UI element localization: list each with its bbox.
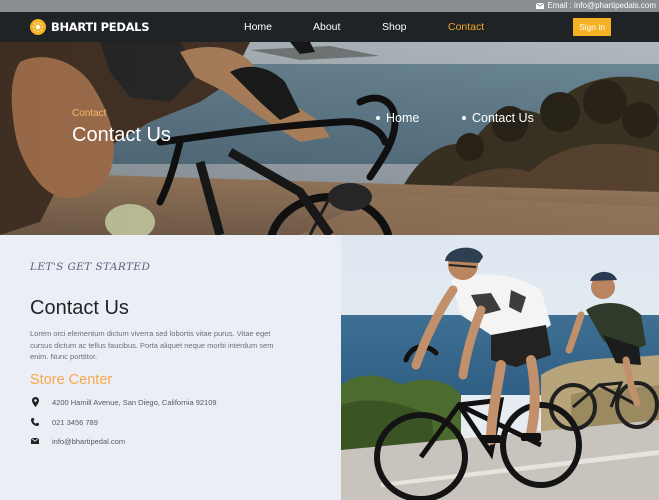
breadcrumb-bullet-icon	[376, 116, 380, 120]
section-description: Lorem orci elementum dictum viverra sed …	[30, 329, 274, 361]
store-center-heading: Store Center	[30, 372, 113, 388]
phone-row[interactable]: 021 3456 789	[30, 417, 98, 427]
breadcrumb-current: Contact Us	[462, 111, 534, 125]
map-marker-icon	[30, 397, 40, 407]
hero-banner: Contact Contact Us Home Contact Us	[0, 42, 659, 235]
envelope-icon	[536, 3, 545, 9]
section-title: Contact Us	[30, 297, 129, 319]
breadcrumb-home-label: Home	[386, 111, 420, 125]
nav-link-about[interactable]: About	[313, 21, 340, 33]
phone-icon	[30, 417, 40, 427]
nav-link-home[interactable]: Home	[244, 21, 272, 33]
sign-in-button[interactable]: Sign in	[573, 18, 611, 36]
section-kicker: LET'S GET STARTED	[30, 261, 151, 273]
email-row[interactable]: info@bhartipedal.com	[30, 436, 125, 446]
breadcrumb-bullet-icon	[462, 116, 466, 120]
cyclists-photo	[341, 235, 659, 500]
email-text: info@bhartipedal.com	[52, 436, 126, 446]
breadcrumb-current-label: Contact Us	[472, 111, 534, 125]
brand-name: BHARTI PEDALS	[51, 20, 150, 34]
main-navbar: BHARTI PEDALS Home About Shop Contact Si…	[0, 12, 659, 42]
hero-title: Contact Us	[72, 124, 171, 146]
cyclists-photo-image	[341, 235, 659, 500]
nav-link-shop[interactable]: Shop	[382, 21, 407, 33]
sun-icon	[30, 19, 46, 35]
breadcrumb-home[interactable]: Home	[376, 111, 419, 125]
brand-logo[interactable]: BHARTI PEDALS	[30, 19, 150, 35]
top-info-bar: Email : info@phartipedals.com	[0, 0, 659, 12]
address-text: 4200 Hamill Avenue, San Diego, Californi…	[52, 397, 217, 407]
envelope-icon	[30, 436, 40, 446]
contact-info-panel: LET'S GET STARTED Contact Us Lorem orci …	[0, 235, 341, 500]
phone-text: 021 3456 789	[52, 417, 98, 427]
hero-eyebrow: Contact	[72, 108, 107, 119]
nav-link-contact[interactable]: Contact	[448, 21, 484, 33]
address-row: 4200 Hamill Avenue, San Diego, Californi…	[30, 397, 217, 407]
topbar-email[interactable]: Email : info@phartipedals.com	[536, 0, 656, 12]
topbar-email-text: Email : info@phartipedals.com	[547, 1, 656, 10]
